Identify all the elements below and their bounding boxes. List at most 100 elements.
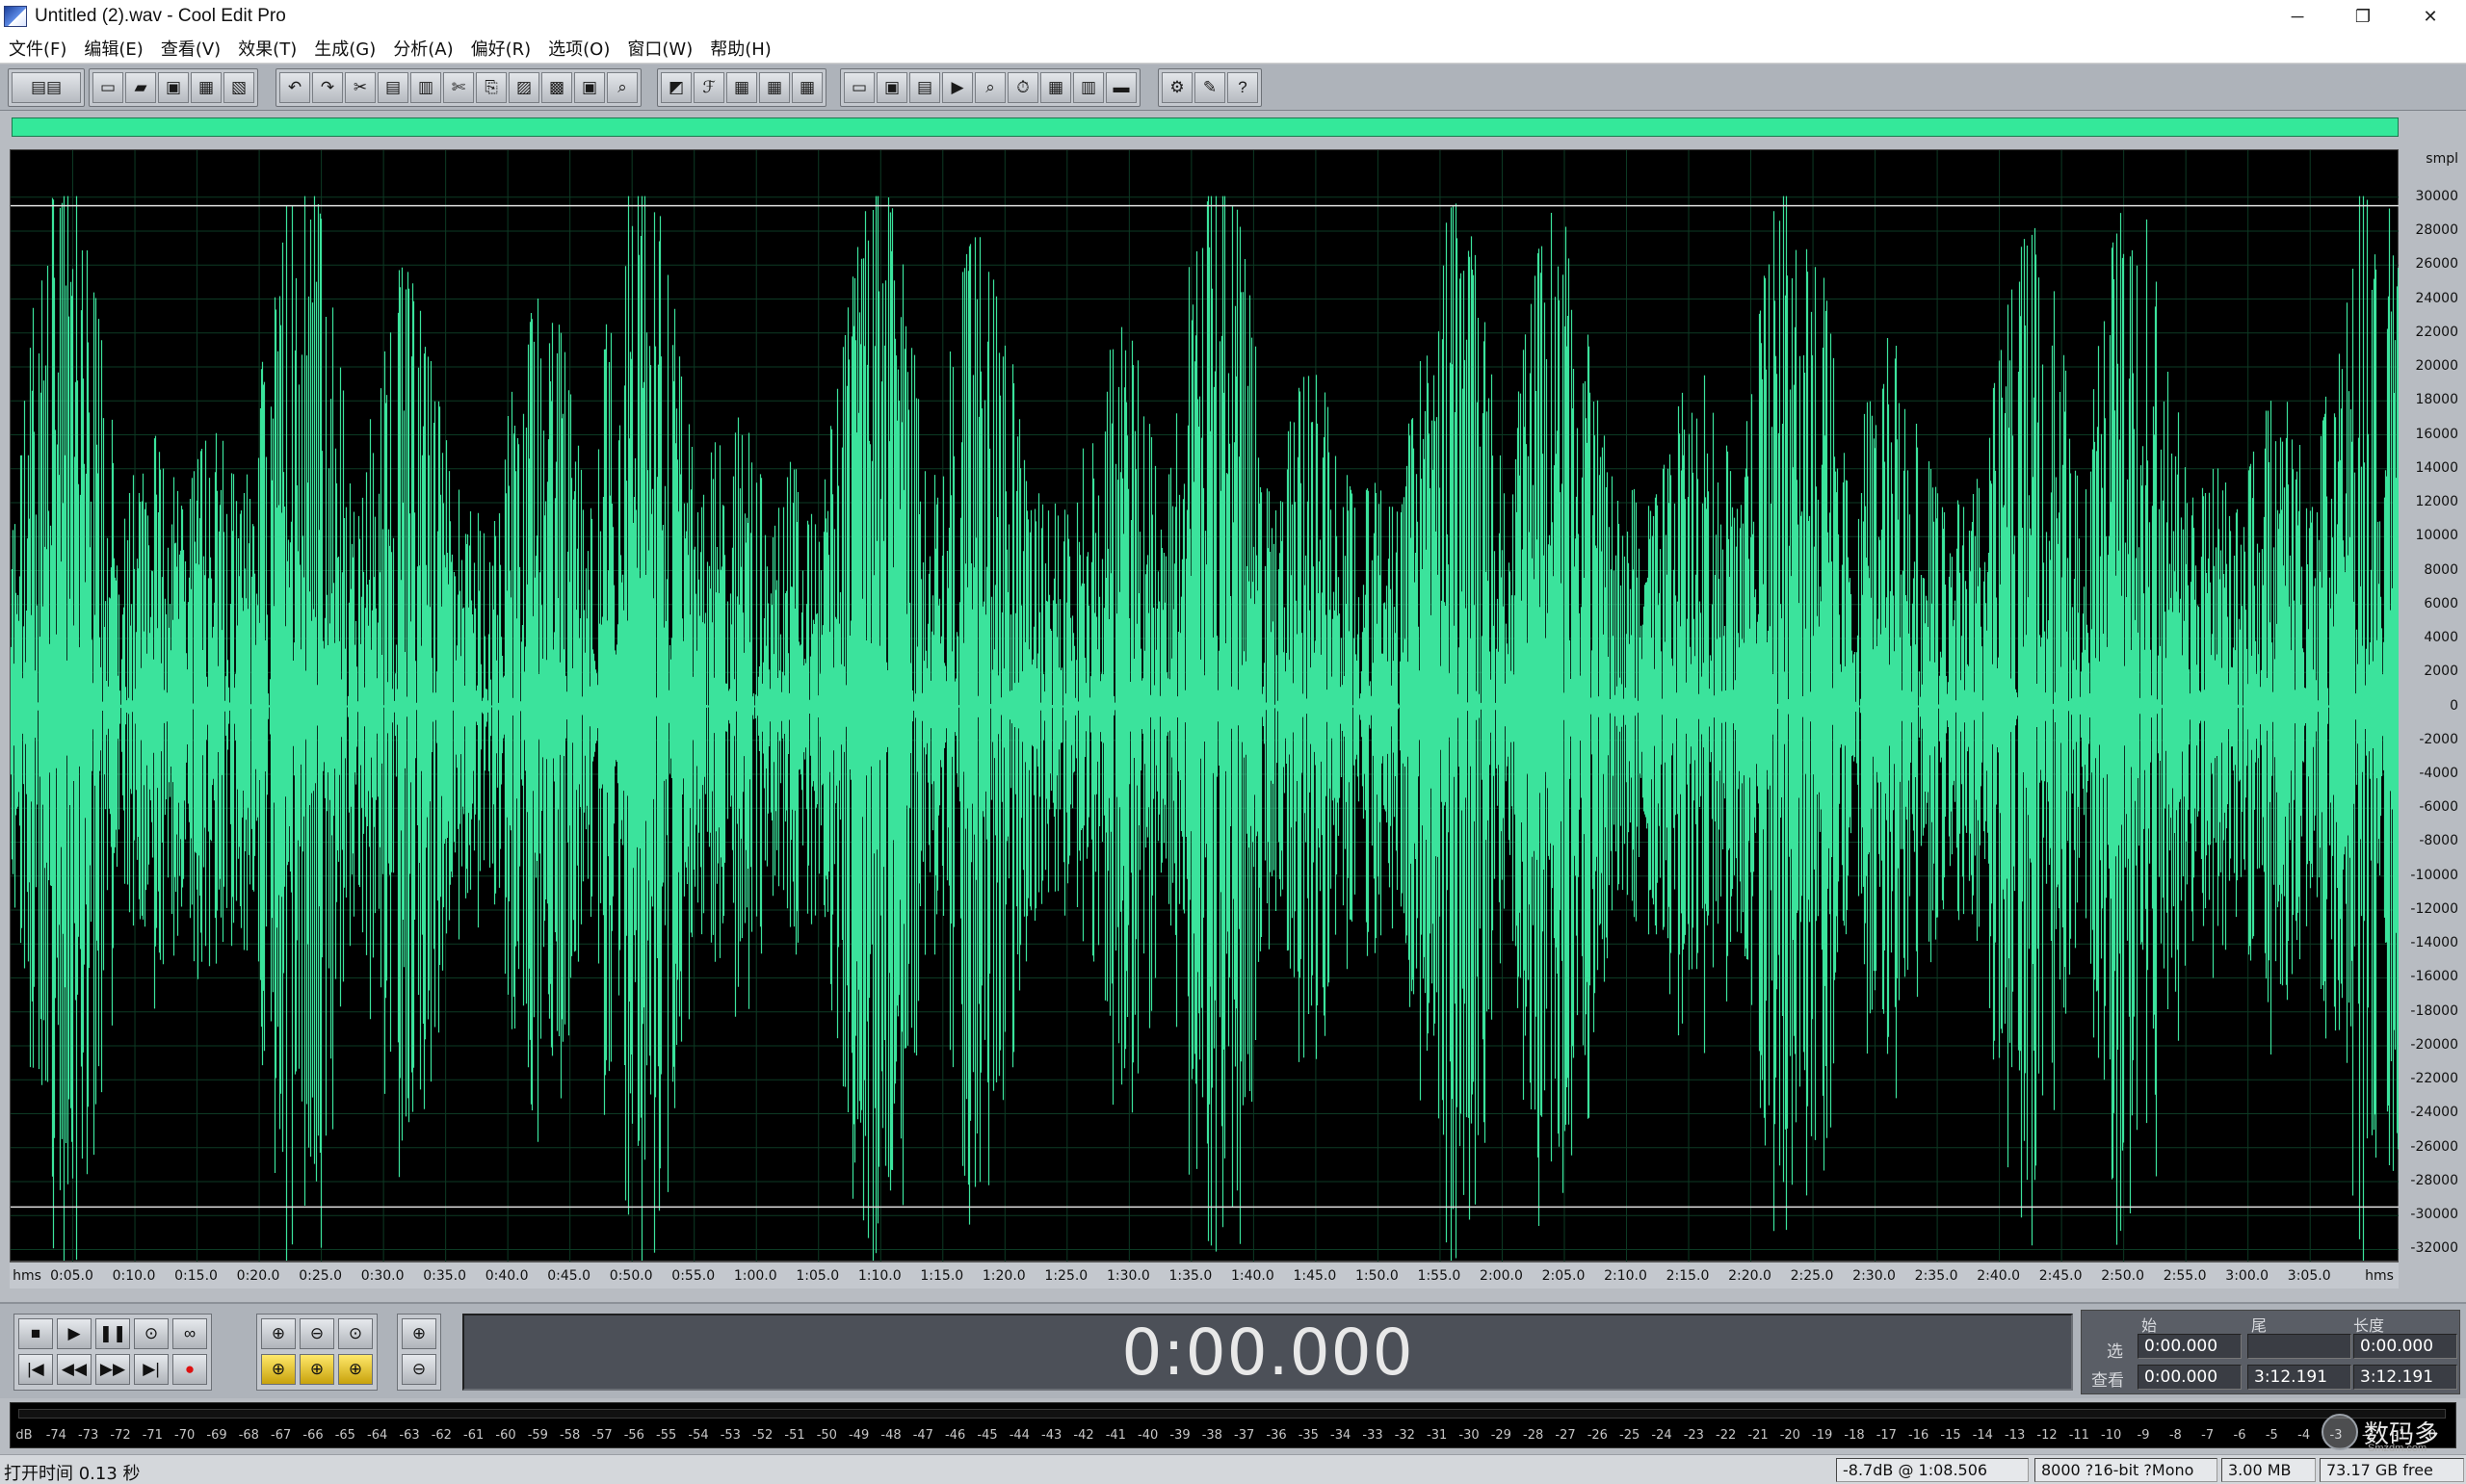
zoom-in-icon[interactable]: ⊕ xyxy=(261,1318,296,1349)
mix-paste-icon[interactable]: ▩ xyxy=(541,72,572,103)
menu-options[interactable]: 选项(O) xyxy=(539,36,618,61)
amplitude-tick-label: 24000 xyxy=(2415,290,2458,306)
time-tick-label: 0:20.0 xyxy=(236,1268,280,1284)
view-end-field[interactable]: 3:12.191 xyxy=(2247,1365,2351,1390)
amplitude-tick-label: 16000 xyxy=(2415,426,2458,442)
meter-tick-label: -36 xyxy=(1266,1428,1287,1443)
menu-help[interactable]: 帮助(H) xyxy=(701,36,780,61)
close-button[interactable]: ✕ xyxy=(2397,0,2464,33)
time-tick-label: 3:05.0 xyxy=(2287,1268,2331,1284)
sel-start-field[interactable]: 0:00.000 xyxy=(2138,1334,2242,1359)
meter-tick-label: -31 xyxy=(1427,1428,1448,1443)
minimize-button[interactable]: ─ xyxy=(2264,0,2331,33)
time-tick-label: 1:15.0 xyxy=(920,1268,964,1284)
play-button[interactable]: ▶ xyxy=(57,1318,92,1349)
info-icon[interactable]: ▦ xyxy=(1040,72,1071,103)
redo-icon[interactable]: ↷ xyxy=(312,72,343,103)
sel-end-field[interactable] xyxy=(2247,1334,2351,1359)
new-file-icon[interactable]: ▭ xyxy=(92,72,123,103)
zoom-full-icon[interactable]: ⊙ xyxy=(338,1318,373,1349)
paste-new-icon[interactable]: ▨ xyxy=(509,72,539,103)
save-icon[interactable]: ▣ xyxy=(158,72,189,103)
trim-icon[interactable]: ▣ xyxy=(574,72,605,103)
time-format-icon[interactable]: ⏱ xyxy=(1008,72,1038,103)
header-length: 长度 xyxy=(2353,1316,2385,1335)
transport-buttons: ■ ▶ ❚❚ ⊙ ∞ |◀ ◀◀ ▶▶ ▶| ● xyxy=(13,1314,212,1391)
repeat-icon[interactable]: ✂ xyxy=(345,72,376,103)
zoom-icon[interactable]: ⌕ xyxy=(975,72,1006,103)
meter-tick-label: -6 xyxy=(2233,1428,2246,1443)
freq-icon[interactable]: ▥ xyxy=(1073,72,1104,103)
time-ruler: hms hms 0:05.0 0:10.0 0:15.0 0:20.0 0:25.0 0:… xyxy=(10,1262,2399,1289)
go-end-button[interactable]: ▶| xyxy=(134,1354,169,1385)
maximize-button[interactable]: ❐ xyxy=(2329,0,2397,33)
meter-tick-label: -4 xyxy=(2297,1428,2311,1443)
go-start-button[interactable]: |◀ xyxy=(18,1354,53,1385)
open-file-icon[interactable]: ▰ xyxy=(125,72,156,103)
menu-file[interactable]: 文件(F) xyxy=(0,36,75,61)
meter-tick-label: -28 xyxy=(1523,1428,1544,1443)
watermark: 数码多 Smzdm.com xyxy=(2322,1408,2456,1456)
spectral-icon[interactable]: ◩ xyxy=(661,72,692,103)
sel-length-field[interactable]: 0:00.000 xyxy=(2353,1334,2457,1359)
selection-info-panel: 始 尾 长度 选 查看 0:00.000 0:00.000 0:00.000 3… xyxy=(2081,1310,2460,1394)
meter-tick-label: -65 xyxy=(334,1428,355,1443)
zoom-out-icon[interactable]: ⊖ xyxy=(300,1318,334,1349)
menu-favorites[interactable]: 偏好(R) xyxy=(462,36,540,61)
multitrack-icon[interactable]: ▤▤ xyxy=(12,72,81,103)
meter-tick-label: -38 xyxy=(1201,1428,1222,1443)
rewind-button[interactable]: ◀◀ xyxy=(57,1354,92,1385)
vertical-zoom-in-icon[interactable]: ⊕ xyxy=(402,1318,436,1349)
close-file-icon[interactable]: ▧ xyxy=(223,72,254,103)
menu-bar: 文件(F) 编辑(E) 查看(V) 效果(T) 生成(G) 分析(A) 偏好(R… xyxy=(0,33,2466,64)
meter-tick-label: -72 xyxy=(110,1428,131,1443)
script-icon[interactable]: ✎ xyxy=(1194,72,1225,103)
loop-button[interactable]: ∞ xyxy=(172,1318,207,1349)
time-tick-label: 2:55.0 xyxy=(2163,1268,2207,1284)
menu-analyze[interactable]: 分析(A) xyxy=(384,36,461,61)
status-format: 8000 ?16-bit ?Mono xyxy=(2034,1458,2217,1482)
meter-tick-label: -23 xyxy=(1683,1428,1704,1443)
menu-view[interactable]: 查看(V) xyxy=(152,36,229,61)
menu-effects[interactable]: 效果(T) xyxy=(229,36,305,61)
grid-icon[interactable]: ▦ xyxy=(726,72,757,103)
view-icon[interactable]: ▭ xyxy=(844,72,875,103)
meter-tick-label: -71 xyxy=(142,1428,163,1443)
header-end: 尾 xyxy=(2251,1316,2268,1335)
zoom-selection-icon[interactable]: ⊕ xyxy=(338,1354,373,1385)
meter-tick-label: -59 xyxy=(527,1428,548,1443)
grid2-icon[interactable]: ▦ xyxy=(759,72,790,103)
settings-icon[interactable]: ⚙ xyxy=(1162,72,1193,103)
help-icon[interactable]: ? xyxy=(1227,72,1258,103)
waveform-display[interactable] xyxy=(10,149,2400,1263)
marker-icon[interactable]: ▣ xyxy=(877,72,907,103)
cut-icon[interactable]: ✄ xyxy=(443,72,474,103)
zoom-left-icon[interactable]: ⊕ xyxy=(261,1354,296,1385)
menu-generate[interactable]: 生成(G) xyxy=(305,36,384,61)
paste-icon[interactable]: ⎘ xyxy=(476,72,507,103)
select-icon[interactable]: ⌕ xyxy=(607,72,638,103)
view-length-field[interactable]: 3:12.191 xyxy=(2353,1365,2457,1390)
copy-icon[interactable]: ▤ xyxy=(378,72,408,103)
time-tick-label: 1:05.0 xyxy=(796,1268,840,1284)
vertical-zoom-out-icon[interactable]: ⊖ xyxy=(402,1354,436,1385)
status-open-time: 打开时间 0.13 秒 xyxy=(4,1464,141,1484)
menu-edit[interactable]: 编辑(E) xyxy=(75,36,151,61)
pause-button[interactable]: ❚❚ xyxy=(95,1318,130,1349)
save-all-icon[interactable]: ▦ xyxy=(191,72,222,103)
menu-window[interactable]: 窗口(W) xyxy=(618,36,701,61)
cue-icon[interactable]: ▤ xyxy=(909,72,940,103)
copy-new-icon[interactable]: ▥ xyxy=(410,72,441,103)
overview-scrollbar[interactable] xyxy=(12,117,2399,137)
record-button[interactable]: ● xyxy=(172,1354,207,1385)
play-to-end-button[interactable]: ⊙ xyxy=(134,1318,169,1349)
view-start-field[interactable]: 0:00.000 xyxy=(2138,1365,2242,1390)
undo-icon[interactable]: ↶ xyxy=(279,72,310,103)
filter-icon[interactable]: ℱ xyxy=(694,72,724,103)
zoom-right-icon[interactable]: ⊕ xyxy=(300,1354,334,1385)
stop-button[interactable]: ■ xyxy=(18,1318,53,1349)
grid3-icon[interactable]: ▦ xyxy=(792,72,823,103)
fast-forward-button[interactable]: ▶▶ xyxy=(95,1354,130,1385)
panel-icon[interactable]: ▬ xyxy=(1106,72,1137,103)
play-list-icon[interactable]: ▶ xyxy=(942,72,973,103)
